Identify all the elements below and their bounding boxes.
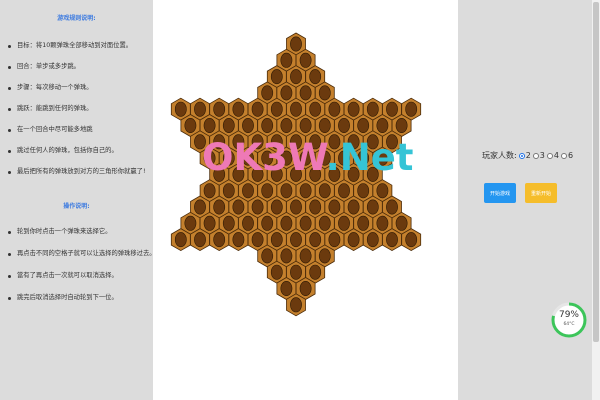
performance-gauge: 79% 64°C	[551, 298, 587, 342]
radio-icon[interactable]	[546, 152, 553, 159]
operations-title: 操作说明:	[63, 203, 90, 210]
gauge-temperature: 64°C	[563, 322, 575, 327]
operation-item: 再点击不同的空格子就可以让选择的弹珠移过去。	[8, 250, 156, 258]
gauge-ring-icon	[551, 302, 587, 338]
restart-button[interactable]: 重新开始	[525, 183, 557, 203]
player-count-selector: 玩家人数: 2 3 4 6	[482, 150, 573, 161]
player-option-2[interactable]: 2	[518, 151, 531, 160]
player-option-3[interactable]: 3	[532, 151, 545, 160]
rule-item: 在一个回合中尽可能多地跳	[8, 126, 151, 134]
start-game-button[interactable]: 开始游戏	[484, 183, 516, 203]
rule-item: 最后把所有的弹珠放到对方的三角形你就赢了!	[8, 168, 151, 176]
radio-icon[interactable]	[560, 152, 567, 159]
chinese-checkers-board[interactable]	[153, 0, 458, 400]
radio-icon[interactable]	[518, 152, 525, 159]
rule-item: 步骤：每次移动一个弹珠。	[8, 84, 151, 92]
player-option-4[interactable]: 4	[546, 151, 559, 160]
rules-panel: 游戏规则说明: 目标：将10颗弹珠全部移动到对面位置。 回合：单步或多步跳。 步…	[0, 0, 156, 400]
rule-item: 跳过任何人的弹珠，包括你自己的。	[8, 147, 151, 155]
game-board-area	[153, 0, 458, 400]
rule-item: 回合：单步或多步跳。	[8, 63, 151, 71]
scrollbar-thumb[interactable]	[593, 2, 599, 342]
player-count-label: 玩家人数:	[482, 151, 517, 160]
operation-item: 跳完后取消选择时自动轮到下一位。	[8, 294, 151, 302]
operation-item: 轮到你时点击一个弹珠来选择它。	[8, 228, 151, 236]
operation-item: 當有了再点击一次就可以取消选择。	[8, 272, 151, 280]
player-option-6[interactable]: 6	[560, 151, 573, 160]
rule-item: 跳跃：能跳到任何的弹珠。	[8, 105, 151, 113]
radio-icon[interactable]	[532, 152, 539, 159]
operations-list: 轮到你时点击一个弹珠来选择它。 再点击不同的空格子就可以让选择的弹珠移过去。 當…	[8, 228, 156, 302]
rules-list: 目标：将10颗弹珠全部移动到对面位置。 回合：单步或多步跳。 步骤：每次移动一个…	[8, 42, 151, 176]
rules-title: 游戏规则说明:	[57, 15, 96, 22]
scrollbar[interactable]	[592, 0, 600, 400]
gauge-percent: 79%	[558, 310, 579, 320]
rule-item: 目标：将10颗弹珠全部移动到对面位置。	[8, 42, 151, 50]
